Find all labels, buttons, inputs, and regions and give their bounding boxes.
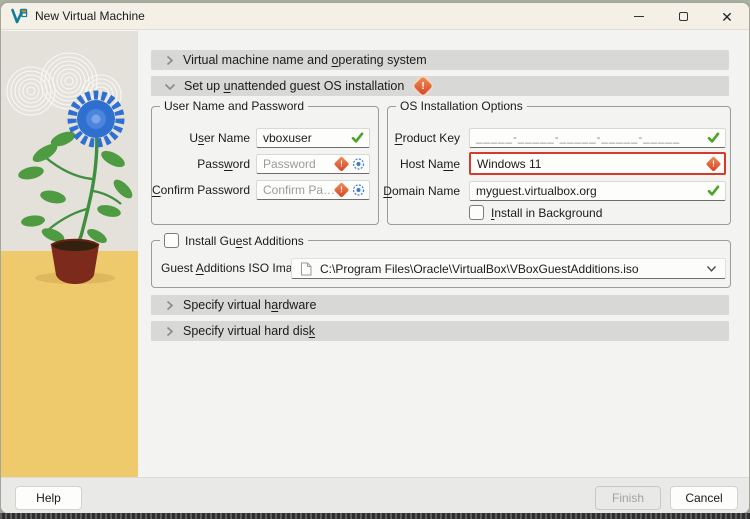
password-input[interactable]: Password <box>256 154 370 174</box>
group-title: Install Guest Additions <box>160 233 308 248</box>
help-button[interactable]: Help <box>15 486 82 510</box>
window-title: New Virtual Machine <box>35 9 145 23</box>
product-key-mask: _____-_____-_____-_____-_____ <box>476 132 681 144</box>
confirm-password-label: Confirm Password <box>151 183 250 197</box>
warning-icon <box>413 76 434 96</box>
group-user-name-password: User Name and Password User Name vboxuse… <box>151 99 379 225</box>
valid-check-icon <box>707 132 720 144</box>
pot-icon <box>50 238 100 284</box>
section-unattended-install[interactable]: Set up unattended guest OS installation <box>151 76 729 96</box>
section-virtual-hard-disk[interactable]: Specify virtual hard disk <box>151 321 729 341</box>
group-install-guest-additions: Install Guest Additions Guest Additions … <box>151 233 731 288</box>
valid-check-icon <box>351 132 364 144</box>
minimize-button[interactable] <box>617 3 661 30</box>
desktop-edge <box>0 513 750 519</box>
install-in-background-option[interactable]: Install in Background <box>469 205 602 220</box>
titlebar: New Virtual Machine ✕ <box>1 3 749 30</box>
combo-chevron-down-icon[interactable] <box>706 265 717 273</box>
chevron-down-icon <box>164 81 176 92</box>
password-placeholder: Password <box>263 157 316 171</box>
chevron-right-icon <box>164 326 175 337</box>
maximize-button[interactable] <box>661 3 705 30</box>
file-icon <box>300 262 312 276</box>
group-title: User Name and Password <box>160 99 309 113</box>
reveal-password-icon[interactable] <box>352 184 365 197</box>
host-name-value: Windows 11 <box>477 156 542 171</box>
sidebar-illustration <box>1 31 138 481</box>
group-title: OS Installation Options <box>396 99 527 113</box>
host-name-label: Host Name <box>399 157 460 171</box>
wizard-content: Virtual machine name and operating syste… <box>138 31 749 481</box>
user-name-input[interactable]: vboxuser <box>256 128 370 148</box>
domain-name-label: Domain Name <box>383 184 460 198</box>
domain-name-input[interactable]: myguest.virtualbox.org <box>469 181 726 201</box>
maximize-icon <box>678 12 688 21</box>
install-in-background-label: Install in Background <box>491 205 603 220</box>
install-in-background-checkbox[interactable] <box>469 205 484 220</box>
host-name-input[interactable]: Windows 11 <box>469 152 726 175</box>
invalid-warning-icon <box>705 155 722 172</box>
domain-name-value: myguest.virtualbox.org <box>476 184 597 198</box>
iso-path-value: C:\Program Files\Oracle\VirtualBox\VBoxG… <box>320 261 639 276</box>
group-os-installation-options: OS Installation Options Product Key ____… <box>383 99 731 225</box>
dialog-footer: Help Finish Cancel <box>1 477 749 513</box>
close-icon: ✕ <box>721 8 733 25</box>
section-vm-name-os[interactable]: Virtual machine name and operating syste… <box>151 50 729 70</box>
user-name-value: vboxuser <box>263 131 312 145</box>
install-guest-additions-checkbox[interactable] <box>164 233 179 248</box>
minimize-icon <box>634 16 644 17</box>
install-guest-additions-label: Install Guest Additions <box>185 233 304 248</box>
finish-button[interactable]: Finish <box>595 486 661 510</box>
valid-check-icon <box>707 185 720 197</box>
product-key-input[interactable]: _____-_____-_____-_____-_____ <box>469 128 726 148</box>
password-label: Password <box>197 157 250 171</box>
reveal-password-icon[interactable] <box>352 158 365 171</box>
section-virtual-hardware[interactable]: Specify virtual hardware <box>151 295 729 315</box>
product-key-label: Product Key <box>394 131 460 145</box>
confirm-password-placeholder: Confirm Password <box>263 183 341 197</box>
chevron-right-icon <box>164 55 175 66</box>
new-vm-dialog: New Virtual Machine ✕ Virtual machine na… <box>0 2 750 514</box>
invalid-warning-icon <box>333 156 350 172</box>
section-label: Specify virtual hardware <box>183 298 317 312</box>
cancel-button[interactable]: Cancel <box>670 486 738 510</box>
user-name-label: User Name <box>189 131 250 145</box>
virtualbox-logo-icon <box>11 8 28 24</box>
confirm-password-input[interactable]: Confirm Password <box>256 180 370 200</box>
chevron-right-icon <box>164 300 175 311</box>
section-label: Specify virtual hard disk <box>183 324 316 338</box>
guest-additions-iso-combobox[interactable]: C:\Program Files\Oracle\VirtualBox\VBoxG… <box>291 258 726 279</box>
section-label: Virtual machine name and operating syste… <box>183 53 427 67</box>
guest-additions-iso-label: Guest Additions ISO Image: <box>161 261 310 275</box>
section-label: Set up unattended guest OS installation <box>184 79 405 93</box>
close-button[interactable]: ✕ <box>705 3 749 30</box>
invalid-warning-icon <box>333 182 350 198</box>
